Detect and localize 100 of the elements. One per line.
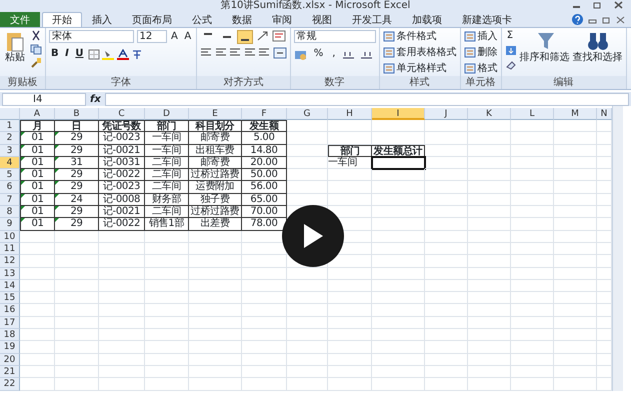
sheet-cell[interactable]: [287, 120, 328, 132]
row-header[interactable]: 17: [0, 316, 20, 330]
sheet-cell[interactable]: [372, 194, 425, 206]
sheet-cell[interactable]: [20, 242, 55, 256]
align-right-icon[interactable]: [229, 46, 242, 56]
sheet-cell[interactable]: 65.00: [242, 194, 287, 206]
sheet-cell[interactable]: 记-0022: [99, 169, 145, 182]
align-button[interactable]: [237, 30, 254, 44]
sheet-cell[interactable]: [55, 268, 99, 280]
sheet-cell[interactable]: [425, 280, 468, 292]
sheet-cell[interactable]: [287, 144, 328, 157]
row-header[interactable]: 19: [0, 341, 20, 354]
sheet-cell[interactable]: [55, 378, 99, 391]
sheet-cell[interactable]: [554, 255, 597, 268]
row-header[interactable]: 16: [0, 304, 20, 317]
sheet-cell[interactable]: 29: [55, 169, 99, 182]
sheet-cell[interactable]: [55, 329, 99, 342]
sheet-cell[interactable]: 记-0023: [99, 181, 145, 194]
sheet-cell[interactable]: 24: [55, 194, 99, 206]
sheet-cell[interactable]: [511, 341, 554, 354]
sheet-cell[interactable]: [189, 341, 242, 354]
sheet-cell[interactable]: [99, 316, 145, 330]
column-header[interactable]: D: [145, 108, 189, 120]
sheet-cell[interactable]: [554, 316, 597, 330]
sheet-cell[interactable]: [55, 316, 99, 330]
column-header[interactable]: A: [20, 108, 55, 120]
sheet-cell[interactable]: 31: [55, 156, 99, 170]
sheet-cell[interactable]: [425, 218, 468, 231]
sheet-cell[interactable]: [328, 316, 372, 330]
sheet-cell[interactable]: [511, 316, 554, 330]
sheet-cell[interactable]: [145, 268, 189, 280]
sheet-cell[interactable]: [242, 366, 287, 378]
sheet-cell[interactable]: 月: [20, 120, 55, 132]
sheet-cell[interactable]: [55, 341, 99, 354]
sheet-cell[interactable]: 凭证号数: [99, 120, 145, 132]
sheet-cell[interactable]: [425, 316, 468, 330]
sheet-cell[interactable]: [20, 366, 55, 378]
sheet-cell[interactable]: 29: [55, 144, 99, 157]
sheet-cell[interactable]: 01: [20, 194, 55, 206]
sheet-cell[interactable]: [287, 366, 328, 378]
sheet-cell[interactable]: 出差费: [189, 218, 242, 231]
sheet-cell[interactable]: [242, 304, 287, 317]
sheet-cell[interactable]: [145, 341, 189, 354]
sheet-cell[interactable]: 邮寄费: [189, 156, 242, 170]
sheet-cell[interactable]: [145, 329, 189, 342]
sheet-cell[interactable]: [425, 304, 468, 317]
sheet-cell[interactable]: 二车间: [145, 156, 189, 170]
sheet-cell[interactable]: 记-0023: [99, 132, 145, 145]
row-header[interactable]: 22: [0, 378, 20, 391]
sheet-cell[interactable]: [242, 354, 287, 366]
sheet-cell[interactable]: [554, 181, 597, 194]
sheet-cell[interactable]: 发生额: [242, 120, 287, 132]
formula-field[interactable]: [104, 92, 629, 106]
number-style-button[interactable]: ,: [330, 48, 338, 60]
sheet-cell[interactable]: [372, 354, 425, 366]
sheet-cell[interactable]: [145, 354, 189, 366]
sheet-cell[interactable]: [189, 280, 242, 292]
sheet-cell[interactable]: 发生额总计: [372, 144, 425, 157]
sheet-cell[interactable]: [189, 316, 242, 330]
sheet-cell[interactable]: [328, 132, 372, 145]
sheet-cell[interactable]: [189, 292, 242, 304]
sheet-cell[interactable]: 记-0021: [99, 206, 145, 218]
sheet-cell[interactable]: [425, 230, 468, 243]
sheet-cell[interactable]: [468, 206, 511, 218]
column-header[interactable]: L: [511, 108, 554, 120]
sheet-cell[interactable]: [511, 268, 554, 280]
sheet-cell[interactable]: 邮寄费: [189, 132, 242, 145]
sheet-cell[interactable]: [468, 255, 511, 268]
sheet-cell[interactable]: [425, 378, 468, 391]
sheet-cell[interactable]: [189, 255, 242, 268]
sheet-cell[interactable]: [99, 304, 145, 317]
sheet-cell[interactable]: [145, 280, 189, 292]
sheet-cell[interactable]: [55, 242, 99, 256]
orientation-icon[interactable]: [256, 30, 270, 42]
sheet-cell[interactable]: [554, 169, 597, 182]
sheet-cell[interactable]: [425, 255, 468, 268]
sheet-cell[interactable]: [189, 378, 242, 391]
sheet-cell[interactable]: [554, 341, 597, 354]
sheet-cell[interactable]: [287, 292, 328, 304]
sheet-cell[interactable]: 部门: [145, 120, 189, 132]
sheet-cell[interactable]: [511, 304, 554, 317]
sheet-cell[interactable]: [189, 354, 242, 366]
sheet-cell[interactable]: [145, 230, 189, 243]
function-button[interactable]: fx: [90, 92, 101, 106]
font-name-field[interactable]: 宋体: [49, 30, 134, 43]
ribbon-tab[interactable]: 页面布局: [122, 12, 182, 27]
row-header[interactable]: 5: [0, 169, 20, 182]
sheet-cell[interactable]: [287, 132, 328, 145]
ribbon-tab[interactable]: 视图: [302, 12, 342, 27]
row-header[interactable]: 12: [0, 255, 20, 268]
sheet-cell[interactable]: [468, 354, 511, 366]
sheet-cell[interactable]: [242, 341, 287, 354]
column-header[interactable]: C: [99, 108, 145, 120]
sheet-cell[interactable]: [55, 230, 99, 243]
column-header[interactable]: F: [242, 108, 287, 120]
row-header[interactable]: 11: [0, 242, 20, 256]
format-button[interactable]: U: [73, 48, 86, 60]
sheet-cell[interactable]: [372, 218, 425, 231]
sheet-cell[interactable]: [554, 218, 597, 231]
sheet-cell[interactable]: 销售1部: [145, 218, 189, 231]
